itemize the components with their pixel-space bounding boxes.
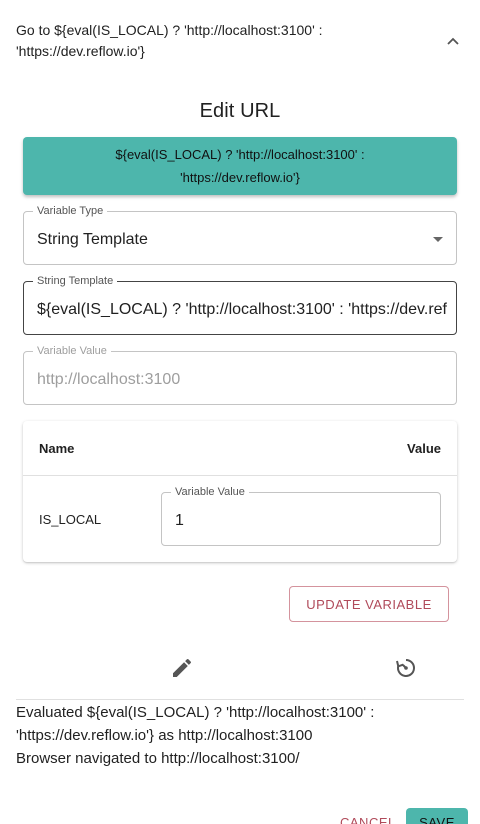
table-row-name: IS_LOCAL: [39, 512, 102, 527]
cancel-button[interactable]: CANCEL: [340, 815, 396, 824]
row-value-input[interactable]: Variable Value 1: [161, 485, 441, 546]
variable-type-select[interactable]: Variable Type String Template: [23, 204, 457, 265]
variable-value-label: Variable Value: [33, 344, 111, 358]
banner-line2: 'https://dev.reflow.io'}: [180, 170, 300, 185]
string-template-input[interactable]: String Template ${eval(IS_LOCAL) ? 'http…: [23, 274, 457, 335]
banner-line1: ${eval(IS_LOCAL) ? 'http://localhost:310…: [115, 147, 365, 162]
pencil-icon[interactable]: [170, 656, 194, 680]
column-header-name: Name: [39, 441, 75, 456]
variable-type-value: String Template: [37, 231, 148, 248]
log-line: 'https://dev.reflow.io'} as http://local…: [16, 727, 313, 744]
template-preview-banner: ${eval(IS_LOCAL) ? 'http://localhost:310…: [23, 137, 457, 195]
edit-url-heading: Edit URL: [199, 100, 281, 122]
step-editor-panel: Go to ${eval(IS_LOCAL) ? 'http://localho…: [0, 0, 480, 824]
variable-value-field: Variable Value http://localhost:3100: [23, 344, 457, 405]
chevron-up-icon[interactable]: [446, 34, 460, 48]
column-header-value: Value: [407, 441, 441, 456]
variables-table: Name Value IS_LOCAL Variable Value 1: [23, 421, 457, 562]
step-accordion-header[interactable]: Go to ${eval(IS_LOCAL) ? 'http://localho…: [0, 0, 480, 82]
string-template-label: String Template: [33, 274, 118, 288]
log-line: Evaluated ${eval(IS_LOCAL) ? 'http://loc…: [16, 704, 375, 721]
row-value-label: Variable Value: [171, 485, 249, 499]
row-value[interactable]: 1: [175, 511, 432, 531]
dropdown-arrow-icon[interactable]: [433, 237, 443, 242]
reset-icon[interactable]: [394, 656, 418, 680]
step-title-line1: Go to ${eval(IS_LOCAL) ? 'http://localho…: [16, 22, 323, 38]
update-variable-button[interactable]: UPDATE VARIABLE: [289, 586, 449, 622]
execution-log: Evaluated ${eval(IS_LOCAL) ? 'http://loc…: [16, 701, 456, 770]
log-line: Browser navigated to http://localhost:31…: [16, 750, 300, 767]
step-title-line2: 'https://dev.reflow.io'}: [16, 43, 145, 59]
variable-value-value: http://localhost:3100: [37, 371, 181, 388]
save-button[interactable]: SAVE: [406, 808, 468, 824]
step-title: Go to ${eval(IS_LOCAL) ? 'http://localho…: [16, 20, 396, 62]
table-divider: [23, 475, 457, 476]
log-divider: [16, 699, 464, 700]
variable-type-label: Variable Type: [33, 204, 108, 218]
string-template-value[interactable]: ${eval(IS_LOCAL) ? 'http://localhost:310…: [37, 300, 448, 320]
